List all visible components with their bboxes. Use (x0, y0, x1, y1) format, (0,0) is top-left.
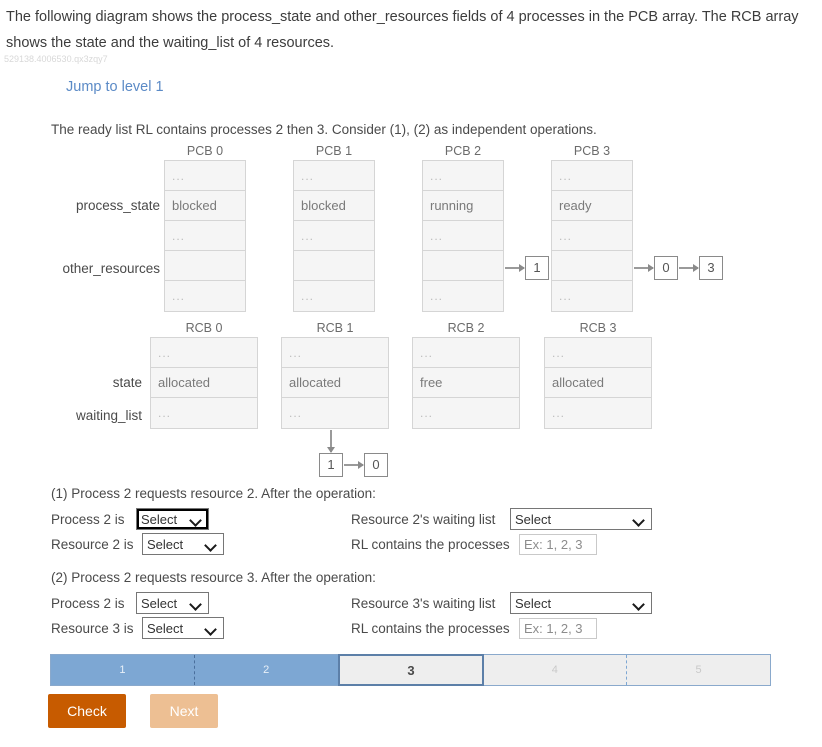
rcb-3-state: allocated (545, 368, 651, 398)
pcb-1-title: PCB 1 (315, 144, 353, 158)
question-2-rl-label: RL contains the processes (351, 621, 510, 636)
pcb-1-cell-dots-top: ... (294, 161, 374, 191)
rcb-2-title: RCB 2 (447, 321, 485, 335)
pcb-1-cell-dots-mid: ... (294, 221, 374, 251)
pcb-0-other-resources (165, 251, 245, 281)
question-1-waiting-select-wrap[interactable]: Select (510, 508, 652, 530)
rcb-1-waiting-node-0: 1 (319, 453, 343, 477)
pcb-2-block: ... running ... ... (422, 160, 504, 312)
rcb-0-cell-dots-top: ... (151, 338, 257, 368)
rcb-3-block: ... allocated ... (544, 337, 652, 429)
question-2-waiting-select[interactable]: Select (510, 592, 652, 614)
question-1-waiting-select[interactable]: Select (510, 508, 652, 530)
question-2-waiting-select-wrap[interactable]: Select (510, 592, 652, 614)
progress-step-2[interactable]: 2 (194, 655, 339, 685)
question-2-resource-label: Resource 3 is (51, 621, 134, 636)
pcb-3-process-state: ready (552, 191, 632, 221)
pcb-2-resource-arrow (505, 264, 525, 272)
question-2-process-select-wrap[interactable]: Select (136, 592, 209, 614)
question-1-rl-input[interactable] (519, 534, 597, 555)
question-2-heading: (2) Process 2 requests resource 3. After… (51, 570, 376, 585)
pcb-0-process-state: blocked (165, 191, 245, 221)
pcb-3-cell-dots-bottom: ... (559, 289, 573, 303)
pcb-1-cell-dots-bottom: ... (301, 289, 315, 303)
label-state: state (112, 375, 142, 390)
question-2-process-select[interactable]: Select (136, 592, 209, 614)
question-1-process-label: Process 2 is (51, 512, 125, 527)
question-2-waiting-label: Resource 3's waiting list (351, 596, 496, 611)
rcb-0-block: ... allocated ... (150, 337, 258, 429)
question-2-rl-input[interactable] (519, 618, 597, 639)
progress-step-3[interactable]: 3 (337, 654, 485, 686)
question-2-resource-select[interactable]: Select (142, 617, 224, 639)
question-1-rl-label: RL contains the processes (351, 537, 510, 552)
exercise-page: The following diagram shows the process_… (0, 0, 822, 747)
label-waiting-list: waiting_list (75, 408, 142, 423)
rcb-1-waiting-arrow-down (327, 430, 335, 453)
label-other-resources: other_resources (62, 261, 160, 276)
pcb-3-other-resources (552, 251, 632, 281)
progress-step-1[interactable]: 1 (51, 655, 195, 685)
progress-step-5[interactable]: 5 (627, 655, 770, 685)
pcb-0-title: PCB 0 (186, 144, 224, 158)
pcb-3-resource-node-0: 0 (654, 256, 678, 280)
rcb-1-state: allocated (282, 368, 388, 398)
question-2-resource-select-wrap[interactable]: Select (142, 617, 224, 639)
rcb-3-title: RCB 3 (579, 321, 617, 335)
rcb-3-cell-dots-top: ... (545, 338, 651, 368)
pcb-1-other-resources (294, 251, 374, 281)
pcb-3-resource-arrow-1 (634, 264, 654, 272)
progress-step-4[interactable]: 4 (483, 655, 628, 685)
rcb-0-state: allocated (151, 368, 257, 398)
rcb-3-waiting-list: ... (552, 406, 566, 420)
pcb-3-cell-dots-mid: ... (552, 221, 632, 251)
pcb-3-cell-dots-top: ... (552, 161, 632, 191)
pcb-2-cell-dots-top: ... (423, 161, 503, 191)
question-1-resource-label: Resource 2 is (51, 537, 134, 552)
pcb-2-title: PCB 2 (444, 144, 482, 158)
rcb-1-waiting-list: ... (289, 406, 303, 420)
question-1-resource-select[interactable]: Select (142, 533, 224, 555)
rcb-2-waiting-list: ... (420, 406, 434, 420)
rcb-1-title: RCB 1 (316, 321, 354, 335)
pcb-3-resource-node-1: 3 (699, 256, 723, 280)
check-button[interactable]: Check (48, 694, 126, 728)
pcb-3-block: ... ready ... ... (551, 160, 633, 312)
question-2-process-label: Process 2 is (51, 596, 125, 611)
pcb-2-cell-dots-mid: ... (423, 221, 503, 251)
pcb-2-other-resources (423, 251, 503, 281)
next-button[interactable]: Next (150, 694, 218, 728)
pcb-0-cell-dots-bottom: ... (172, 289, 186, 303)
progress-bar: 1 2 3 4 5 (50, 654, 771, 686)
rcb-1-cell-dots-top: ... (282, 338, 388, 368)
pcb-2-resource-node-0: 1 (525, 256, 549, 280)
rcb-2-block: ... free ... (412, 337, 520, 429)
rcb-2-state: free (413, 368, 519, 398)
pcb-0-cell-dots-mid: ... (165, 221, 245, 251)
rcb-0-waiting-list: ... (158, 406, 172, 420)
pcb-1-process-state: blocked (294, 191, 374, 221)
label-process-state: process_state (75, 198, 160, 213)
rcb-1-waiting-node-1: 0 (364, 453, 388, 477)
pcb-1-block: ... blocked ... ... (293, 160, 375, 312)
pcb-2-process-state: running (423, 191, 503, 221)
pcb-2-cell-dots-bottom: ... (430, 289, 444, 303)
pcb-3-title: PCB 3 (573, 144, 611, 158)
rcb-0-title: RCB 0 (185, 321, 223, 335)
question-1-process-select[interactable]: Select (136, 508, 209, 530)
rcb-1-block: ... allocated ... (281, 337, 389, 429)
pcb-0-cell-dots-top: ... (165, 161, 245, 191)
question-1-process-select-wrap[interactable]: Select (136, 508, 209, 530)
question-1-resource-select-wrap[interactable]: Select (142, 533, 224, 555)
rcb-1-waiting-arrow-right (344, 461, 364, 469)
question-1-heading: (1) Process 2 requests resource 2. After… (51, 486, 376, 501)
pcb-3-resource-arrow-2 (679, 264, 699, 272)
question-1-waiting-label: Resource 2's waiting list (351, 512, 496, 527)
rcb-2-cell-dots-top: ... (413, 338, 519, 368)
pcb-0-block: ... blocked ... ... (164, 160, 246, 312)
